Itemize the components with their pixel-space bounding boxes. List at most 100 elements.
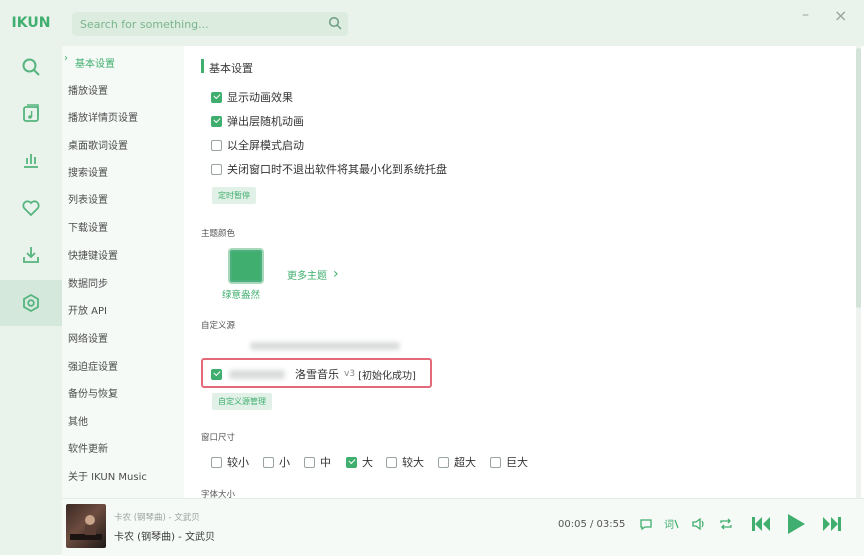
size-option-larger[interactable]: 较大 [386,454,424,470]
search-button[interactable] [328,16,342,33]
size-option-large[interactable]: 大 [346,454,373,470]
volume-button[interactable] [691,517,707,534]
checkbox[interactable] [211,163,222,175]
size-option-huge[interactable]: 巨大 [490,454,528,470]
comment-button[interactable] [639,517,653,534]
search-box[interactable] [72,12,348,36]
window-size-label: 窗口尺寸 [201,433,236,443]
music-library-icon [23,104,39,122]
nav-item-network[interactable]: 网络设置 [68,330,108,345]
size-option-xlarge[interactable]: 超大 [438,454,476,470]
rail-settings[interactable] [0,280,62,326]
checkbox[interactable] [304,456,315,468]
song-title[interactable]: 卡农 (钢琴曲) - 文武贝 [114,528,215,543]
nav-item-ocd[interactable]: 强迫症设置 [68,358,118,373]
section-marker [201,59,204,73]
custom-source-item[interactable]: 洛雪音乐 v3 [初始化成功] [211,366,416,382]
repeat-button[interactable] [718,517,734,534]
play-button[interactable] [786,513,806,538]
source-version: v3 [344,369,356,379]
nav-item-desktop-lyric[interactable]: 桌面歌词设置 [68,137,128,152]
nav-item-download[interactable]: 下载设置 [68,219,108,234]
option-label: 弹出层随机动画 [227,115,304,128]
option-label: 显示动画效果 [227,91,293,104]
checkbox[interactable] [386,456,397,468]
volume-icon [692,517,704,531]
nav-item-search[interactable]: 搜索设置 [68,164,108,179]
redacted-source-id [229,369,285,379]
size-option-small[interactable]: 小 [263,454,290,470]
source-status: [初始化成功] [358,370,416,382]
settings-icon [23,293,39,313]
nav-item-about[interactable]: 关于 IKUN Music [68,468,147,483]
chart-icon [24,154,38,168]
repeat-icon [720,518,732,530]
nav-item-list[interactable]: 列表设置 [68,191,108,206]
nav-item-open-api[interactable]: 开放 API [68,302,107,317]
rail-search[interactable] [0,44,62,90]
nav-item-other[interactable]: 其他 [68,413,88,428]
checkbox[interactable] [211,91,222,103]
option-animation[interactable]: 显示动画效果 [211,89,293,105]
player-bar [62,498,864,556]
piano-player-icon [70,515,102,540]
nav-item-basic[interactable]: 基本设置 [75,55,115,70]
checkbox[interactable] [438,456,449,468]
search-input[interactable] [78,16,322,32]
option-random-popup[interactable]: 弹出层随机动画 [211,113,304,129]
app-logo: IKUN [11,15,51,31]
album-cover[interactable] [66,504,106,548]
search-icon [328,16,342,30]
theme-name: 绿意盎然 [222,290,261,301]
svg-text:词: 词 [664,519,674,531]
redacted-text [250,342,400,350]
checkbox[interactable] [211,139,222,151]
size-option-medium[interactable]: 中 [304,454,331,470]
custom-source-label: 自定义源 [201,321,236,331]
lyric-icon: 词 [664,519,679,531]
timer-pause-button[interactable]: 定时暂停 [212,187,256,204]
scrollbar-thumb[interactable] [856,48,861,308]
rail-library[interactable] [0,90,62,136]
next-button[interactable] [821,514,843,537]
nav-item-playback[interactable]: 播放设置 [68,82,108,97]
nav-item-backup[interactable]: 备份与恢复 [68,385,118,400]
option-label: 以全屏模式启动 [227,139,304,152]
option-label: 中 [320,456,331,469]
close-button[interactable]: × [834,6,847,25]
checkbox[interactable] [211,456,222,468]
skip-next-icon [823,517,841,531]
minimize-button[interactable]: – [802,7,809,23]
option-fullscreen[interactable]: 以全屏模式启动 [211,137,304,153]
chevron-right-icon: › [64,53,68,64]
nav-item-play-detail[interactable]: 播放详情页设置 [68,109,138,124]
nav-item-sync[interactable]: 数据同步 [68,275,108,290]
theme-swatch-green[interactable] [228,248,264,284]
more-themes-label: 更多主题 [287,270,327,282]
more-themes-link[interactable]: 更多主题 › [287,266,339,282]
lyric-button[interactable]: 词 [664,517,680,534]
checkbox[interactable] [211,368,222,380]
nav-item-hotkeys[interactable]: 快捷键设置 [68,247,118,262]
chevron-right-icon: › [333,266,339,282]
option-label: 巨大 [506,456,528,469]
checkbox[interactable] [263,456,274,468]
section-title-basic: 基本设置 [209,62,253,75]
rail-downloads[interactable] [0,232,62,278]
option-label: 较小 [227,456,249,469]
option-label: 超大 [454,456,476,469]
nav-item-update[interactable]: 软件更新 [68,440,108,455]
checkbox[interactable] [346,456,357,468]
checkbox[interactable] [490,456,501,468]
rail-favorites[interactable] [0,185,62,231]
heart-icon [22,200,40,217]
rail-charts[interactable] [0,136,62,182]
playback-time: 00:05 / 03:55 [558,519,626,530]
source-name: 洛雪音乐 [295,368,339,381]
option-label: 大 [362,456,373,469]
checkbox[interactable] [211,115,222,127]
size-option-smaller[interactable]: 较小 [211,454,249,470]
option-minimize-to-tray[interactable]: 关闭窗口时不退出软件将其最小化到系统托盘 [211,161,447,177]
custom-source-manage-button[interactable]: 自定义源管理 [212,393,272,410]
previous-button[interactable] [750,514,772,537]
